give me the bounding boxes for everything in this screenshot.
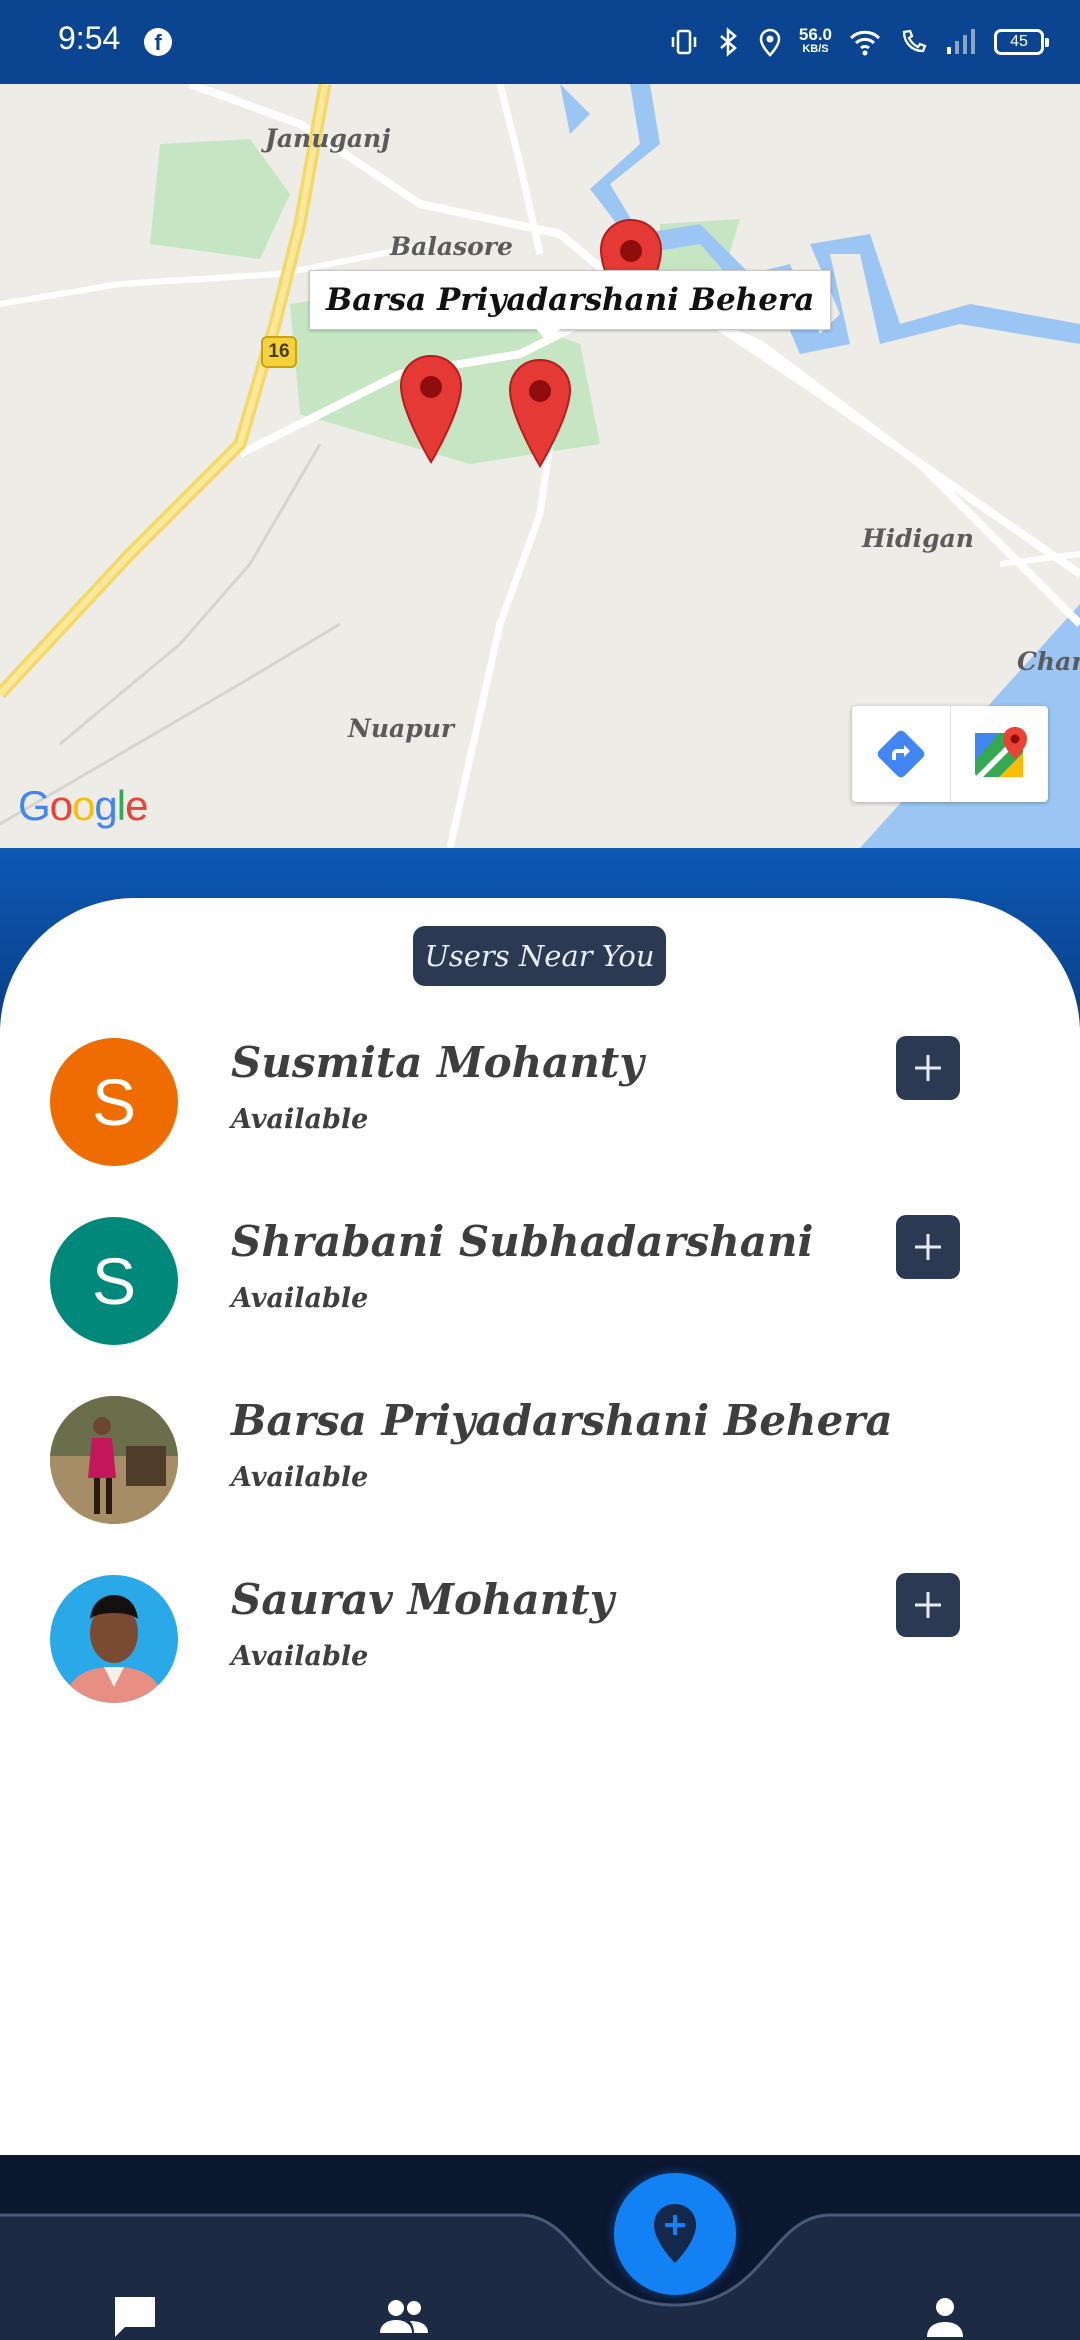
location-icon <box>759 28 781 57</box>
wifi-call-icon <box>902 29 927 53</box>
user-name: Saurav Mohanty <box>231 1575 615 1624</box>
avatar: S <box>50 1038 178 1166</box>
marker-info-window[interactable]: Barsa Priyadarshani Behera <box>309 270 832 342</box>
place-label-hidigan: Hidigan <box>862 524 974 553</box>
google-maps-icon <box>974 727 1027 777</box>
user-status: Available <box>231 1462 369 1493</box>
status-bar: 9:54 f 56.0 KB/S 45 <box>0 0 1080 84</box>
profile-icon <box>927 2298 963 2337</box>
avatar-photo <box>50 1575 178 1703</box>
open-in-maps-button[interactable] <box>950 706 1048 802</box>
plus-icon <box>915 1234 941 1260</box>
battery-icon: 45 <box>994 29 1049 55</box>
add-user-button[interactable] <box>896 1036 960 1100</box>
section-title: Users Near You <box>413 926 666 986</box>
user-name: Barsa Priyadarshani Behera <box>231 1396 893 1445</box>
user-status: Available <box>231 1641 369 1672</box>
nav-chat-button[interactable] <box>95 2277 175 2340</box>
user-status: Available <box>231 1283 369 1314</box>
google-logo-letter: G <box>18 782 51 829</box>
users-icon <box>380 2300 428 2333</box>
place-label-balasore: Balasore <box>390 232 513 261</box>
avatar: S <box>50 1217 178 1345</box>
list-item[interactable]: Saurav Mohanty Available <box>0 1565 1080 1715</box>
bottom-navigation <box>0 2155 1080 2340</box>
network-speed: 56.0 KB/S <box>799 26 832 57</box>
plus-icon <box>915 1592 941 1618</box>
wifi-icon <box>849 30 881 56</box>
google-logo-letter: g <box>94 782 117 829</box>
google-logo-letter: e <box>125 782 148 829</box>
list-item[interactable]: S Shrabani Subhadarshani Available <box>0 1207 1080 1357</box>
user-name: Susmita Mohanty <box>231 1038 644 1087</box>
add-location-icon <box>654 2204 696 2263</box>
vibrate-icon <box>671 29 697 55</box>
google-logo-letter: o <box>72 782 95 829</box>
highway-shield: 16 <box>261 336 297 368</box>
place-label-nuapur: Nuapur <box>348 714 455 743</box>
plus-icon <box>915 1055 941 1081</box>
chat-icon <box>115 2297 155 2337</box>
add-user-button[interactable] <box>896 1215 960 1279</box>
directions-icon <box>877 730 925 778</box>
signal-icon <box>947 29 975 54</box>
user-status: Available <box>231 1104 369 1135</box>
google-logo: Google <box>18 782 148 830</box>
map-marker-selected[interactable] <box>507 358 573 468</box>
map-view[interactable]: Januganj Balasore Hidigan Nuapur Chana 1… <box>0 84 1080 848</box>
directions-button[interactable] <box>852 706 950 802</box>
place-label-chana: Chana <box>1017 647 1080 676</box>
google-logo-letter: l <box>116 782 126 829</box>
status-icons: 56.0 KB/S 45 <box>669 22 1049 62</box>
place-label-januganj: Januganj <box>265 124 391 153</box>
add-user-button[interactable] <box>896 1573 960 1637</box>
avatar-photo <box>50 1396 178 1524</box>
nav-profile-button[interactable] <box>905 2277 985 2340</box>
user-name: Shrabani Subhadarshani <box>231 1217 814 1266</box>
list-item[interactable]: Barsa Priyadarshani Behera Available <box>0 1386 1080 1536</box>
map-marker[interactable] <box>398 354 464 464</box>
list-item[interactable]: S Susmita Mohanty Available <box>0 1028 1080 1178</box>
facebook-icon: f <box>144 28 172 56</box>
network-speed-unit: KB/S <box>802 43 829 55</box>
nav-users-button[interactable] <box>364 2277 444 2340</box>
status-time: 9:54 <box>58 20 121 56</box>
google-logo-letter: o <box>49 782 73 829</box>
map-toolbar <box>852 706 1048 802</box>
nav-add-location-button[interactable] <box>614 2173 736 2295</box>
bluetooth-icon <box>720 27 737 57</box>
